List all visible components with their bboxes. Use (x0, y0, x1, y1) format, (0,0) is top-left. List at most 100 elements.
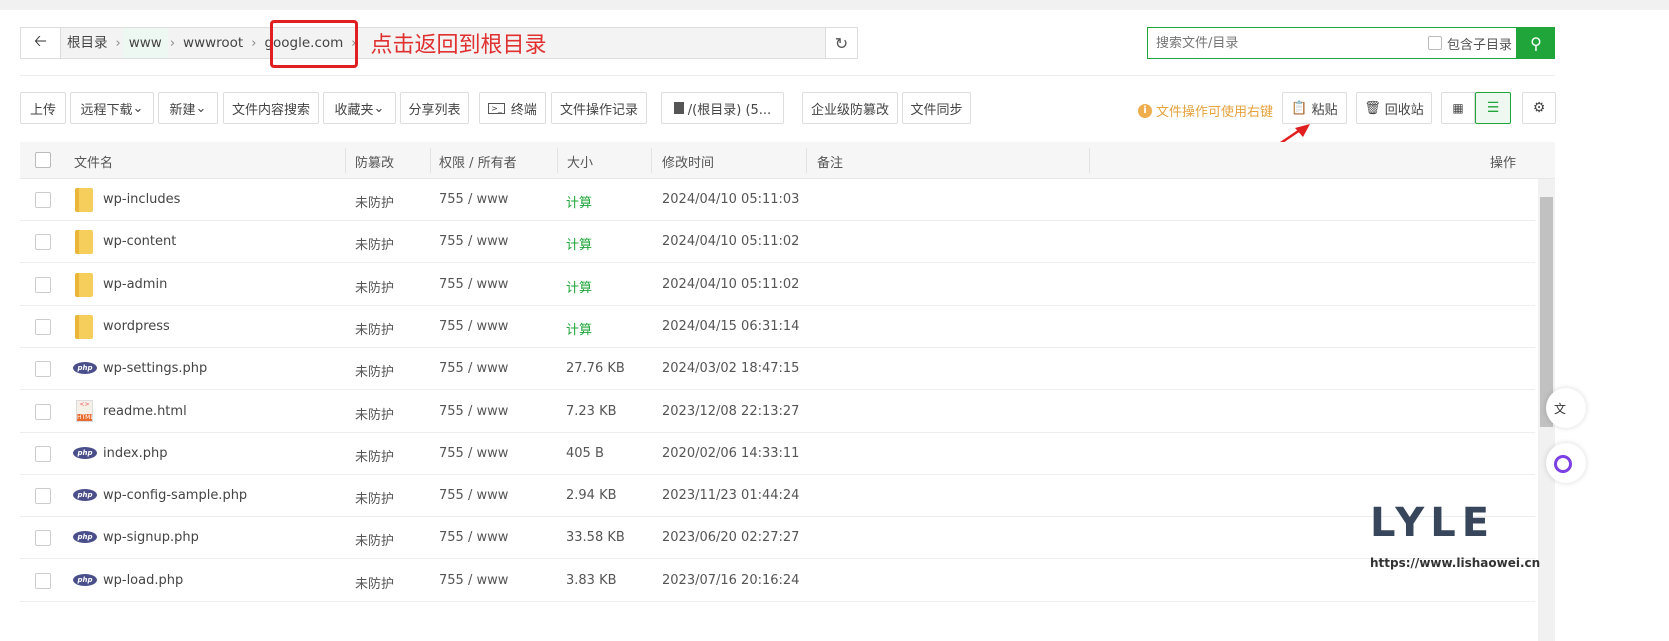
share-list-button[interactable]: 分享列表 (400, 92, 469, 124)
tamper-status[interactable]: 未防护 (355, 573, 394, 592)
file-name[interactable]: readme.html (103, 404, 187, 419)
terminal-button[interactable]: >_ 终端 (479, 92, 546, 124)
refresh-button[interactable]: ↻ (825, 28, 857, 58)
tamper-status[interactable]: 未防护 (355, 234, 394, 253)
file-name[interactable]: wordpress (103, 319, 170, 334)
row-checkbox[interactable] (35, 276, 51, 293)
grid-view-button[interactable]: ▦ (1441, 92, 1475, 124)
chevron-right-icon: › (169, 35, 176, 51)
table-row[interactable]: php wp-config-sample.php 未防护 755 / www 2.94 … (20, 475, 1535, 518)
tamper-button[interactable]: 企业级防篡改 (802, 92, 898, 124)
favorites-button[interactable]: 收藏夹 ⌄ (323, 92, 396, 124)
file-name[interactable]: wp-admin (103, 277, 167, 292)
permission[interactable]: 755 / www (439, 361, 508, 376)
file-name[interactable]: wp-settings.php (103, 361, 207, 376)
tamper-status[interactable]: 未防护 (355, 530, 394, 549)
chevron-right-icon: › (251, 35, 257, 51)
recycle-label: 回收站 (1384, 102, 1424, 118)
paste-button[interactable]: 📋 粘贴 (1282, 92, 1347, 124)
file-size[interactable]: 计算 (566, 319, 592, 338)
table-header: 文件名 防篡改 权限 / 所有者 大小 修改时间 备注 操作 (20, 142, 1555, 179)
row-checkbox[interactable] (35, 318, 51, 335)
header-mtime[interactable]: 修改时间 (662, 152, 714, 171)
row-checkbox[interactable] (35, 361, 51, 378)
table-row[interactable]: php wp-settings.php 未防护 755 / www 27.76 KB 20… (20, 348, 1535, 391)
translate-float-button[interactable]: 文 (1546, 388, 1586, 428)
file-name[interactable]: index.php (103, 446, 167, 461)
table-row[interactable]: php index.php 未防护 755 / www 405 B 2020/02/06 … (20, 433, 1535, 475)
recycle-button[interactable]: 🗑 回收站 (1356, 92, 1432, 124)
table-row[interactable]: php wp-load.php 未防护 755 / www 3.83 KB 2023/07… (20, 560, 1535, 602)
back-button[interactable]: 🡠 (21, 28, 61, 58)
permission[interactable]: 755 / www (439, 530, 508, 545)
tamper-status[interactable]: 未防护 (355, 361, 394, 380)
permission[interactable]: 755 / www (439, 192, 508, 207)
crumb-www[interactable]: www (122, 28, 168, 58)
header-name[interactable]: 文件名 (74, 152, 113, 171)
chevron-right-icon: › (115, 35, 121, 51)
permission[interactable]: 755 / www (439, 488, 508, 503)
breadcrumb: 🡠 根目录 › www › wwwroot › google.com › 点击返回到根目… (20, 27, 858, 59)
new-label: 新建 (169, 102, 196, 118)
crumb-wwwroot[interactable]: wwwroot (177, 28, 249, 58)
file-name[interactable]: wp-signup.php (103, 530, 199, 545)
file-size[interactable]: 计算 (566, 192, 592, 211)
tamper-status[interactable]: 未防护 (355, 404, 394, 423)
file-size[interactable]: 计算 (566, 277, 592, 296)
op-log-button[interactable]: 文件操作记录 (551, 92, 647, 124)
list-view-button[interactable]: ☰ (1475, 92, 1511, 124)
tamper-status[interactable]: 未防护 (355, 446, 394, 465)
file-size: 405 B (566, 445, 604, 461)
upload-button[interactable]: 上传 (20, 92, 66, 124)
row-checkbox[interactable] (35, 530, 51, 547)
file-size: 33.58 KB (566, 530, 625, 546)
terminal-label: 终端 (510, 102, 537, 118)
row-checkbox[interactable] (35, 572, 51, 589)
file-name[interactable]: wp-includes (103, 192, 180, 207)
row-checkbox[interactable] (35, 192, 51, 208)
include-subdir-checkbox[interactable] (1427, 36, 1442, 50)
remote-download-button[interactable]: 远程下载 ⌄ (70, 92, 154, 124)
row-checkbox[interactable] (35, 403, 51, 420)
scrollbar-thumb[interactable] (1540, 197, 1553, 427)
modified-time: 2023/07/16 20:16:24 (662, 572, 800, 588)
search-button[interactable]: ⚲ (1517, 27, 1555, 59)
permission[interactable]: 755 / www (439, 573, 508, 588)
terminal-icon: >_ (488, 102, 505, 114)
table-row[interactable]: wordpress 未防护 755 / www 计算 2024/04/15 06:31:… (20, 306, 1535, 348)
assistant-float-button[interactable] (1546, 443, 1586, 483)
permission[interactable]: 755 / www (439, 277, 508, 292)
sync-button[interactable]: 文件同步 (902, 92, 971, 124)
tamper-status[interactable]: 未防护 (355, 319, 394, 338)
table-row[interactable]: <> HTML readme.html 未防护 755 / www 7.23 KB 2023… (20, 391, 1535, 433)
table-row[interactable]: php wp-signup.php 未防护 755 / www 33.58 KB 2023… (20, 517, 1535, 560)
header-size[interactable]: 大小 (567, 152, 593, 171)
row-checkbox[interactable] (35, 488, 51, 505)
search-input[interactable] (1148, 35, 1428, 51)
permission[interactable]: 755 / www (439, 404, 508, 419)
disk-button[interactable]: /(根目录) (5... (661, 92, 784, 124)
file-name[interactable]: wp-load.php (103, 573, 183, 588)
tamper-status[interactable]: 未防护 (355, 488, 394, 507)
select-all-checkbox[interactable] (35, 152, 51, 168)
file-name[interactable]: wp-config-sample.php (103, 488, 247, 503)
table-row[interactable]: wp-content 未防护 755 / www 计算 2024/04/10 05:11… (20, 221, 1535, 264)
new-button[interactable]: 新建 ⌄ (158, 92, 218, 124)
file-name[interactable]: wp-content (103, 234, 176, 249)
include-subdir[interactable]: 包含子目录 (1427, 34, 1512, 53)
assistant-icon (1554, 455, 1572, 473)
divider (651, 148, 652, 173)
row-checkbox[interactable] (35, 234, 51, 251)
crumb-root[interactable]: 根目录 (61, 28, 114, 58)
permission[interactable]: 755 / www (439, 234, 508, 249)
permission[interactable]: 755 / www (439, 319, 508, 334)
tamper-status[interactable]: 未防护 (355, 277, 394, 296)
row-checkbox[interactable] (35, 445, 51, 462)
settings-button[interactable]: ⚙ (1522, 92, 1556, 124)
table-row[interactable]: wp-admin 未防护 755 / www 计算 2024/04/10 05:11:0… (20, 264, 1535, 306)
file-size[interactable]: 计算 (566, 234, 592, 253)
tamper-status[interactable]: 未防护 (355, 192, 394, 211)
permission[interactable]: 755 / www (439, 446, 508, 461)
table-row[interactable]: wp-includes 未防护 755 / www 计算 2024/04/10 05:1… (20, 179, 1535, 221)
content-search-button[interactable]: 文件内容搜索 (223, 92, 319, 124)
